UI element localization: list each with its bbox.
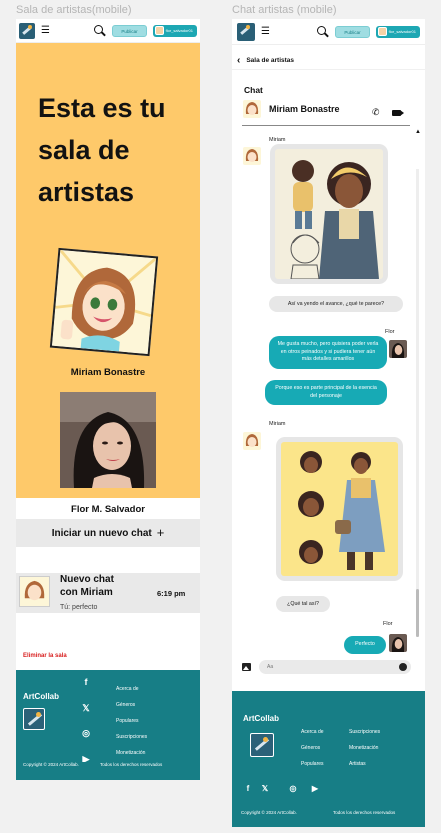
footer-link-subscriptions[interactable]: Suscripciones (349, 729, 380, 735)
publish-button[interactable]: Publicar (112, 24, 147, 37)
scroll-up-icon[interactable]: ▲ (415, 129, 421, 135)
username-label: flor_salvador01 (388, 29, 416, 34)
contact-name: Miriam Bonastre (269, 104, 340, 114)
message-sender: Flor (385, 329, 395, 335)
avatar (389, 634, 407, 652)
publish-button[interactable]: Publicar (335, 25, 370, 38)
footer-link-monetization[interactable]: Monetización (116, 750, 145, 756)
instagram-icon[interactable]: ◎ (80, 728, 92, 739)
footer-brand: ArtCollab (23, 692, 59, 701)
x-icon[interactable]: 𝕏 (259, 784, 271, 793)
page-title: Esta es tu sala de artistas (38, 93, 166, 207)
chat-time: 6:19 pm (157, 589, 186, 598)
top-header: ☰ Publicar flor_salvador01 (16, 19, 200, 43)
copyright-text: Copyright © 2024 ArtCollab. (23, 762, 79, 767)
app-logo[interactable] (19, 22, 35, 39)
avatar (243, 100, 261, 118)
room-hero: Esta es tu sala de artistas Miriam Bonas… (16, 43, 200, 515)
hamburger-menu-icon[interactable]: ☰ (41, 25, 51, 36)
chat-title: Nuevo chat con Miriam (60, 574, 114, 598)
new-chat-label: Iniciar un nuevo chat (51, 527, 152, 539)
avatar (389, 340, 407, 358)
chat-header: Miriam Bonastre ✆ (242, 97, 410, 126)
message-composer (240, 659, 420, 675)
shared-image[interactable] (270, 144, 388, 284)
message-bubble: Porque eso es parte principal de la esen… (265, 380, 387, 405)
artist2-name[interactable]: Flor M. Salvador (16, 504, 200, 515)
footer-link-about[interactable]: Acerca de (301, 729, 324, 735)
phone-icon[interactable]: ✆ (372, 108, 380, 118)
app-logo[interactable] (237, 22, 255, 41)
youtube-icon[interactable]: ▶ (309, 784, 321, 793)
footer: ArtCollab Acerca de Géneros Populares Su… (232, 691, 425, 827)
hamburger-menu-icon[interactable]: ☰ (261, 26, 271, 37)
footer-link-artists[interactable]: Artistas (349, 761, 366, 767)
message-bubble: Perfecto (344, 636, 386, 654)
message-bubble: Me gusta mucho, pero quisiera poder verl… (269, 336, 387, 369)
footer-logo[interactable] (23, 708, 45, 730)
message-bubble: Así va yendo el avance, ¿qué te parece? (269, 296, 403, 312)
search-icon[interactable] (317, 25, 329, 38)
new-chat-button[interactable]: Iniciar un nuevo chat + (16, 519, 200, 547)
user-menu-button[interactable]: flor_salvador01 (375, 25, 420, 38)
message-sender: Flor (383, 621, 393, 627)
message-sender: Miriam (269, 137, 286, 143)
video-call-icon[interactable] (392, 110, 404, 116)
message-bubble: ¿Qué tal así? (276, 596, 330, 612)
frame-title-room: Sala de artistas(mobile) (16, 4, 132, 16)
user-menu-button[interactable]: flor_salvador01 (152, 24, 197, 37)
frame-title-chat: Chat artistas (mobile) (232, 4, 337, 16)
delete-room-link[interactable]: Eliminar la sala (23, 653, 67, 659)
breadcrumb[interactable]: ‹ Sala de artistas (232, 52, 425, 70)
emoji-icon[interactable] (399, 663, 407, 671)
footer-link-about[interactable]: Acerca de (116, 686, 139, 692)
copyright-text: Copyright © 2024 ArtCollab. (241, 810, 297, 815)
footer-link-popular[interactable]: Populares (116, 718, 139, 724)
avatar (243, 432, 261, 450)
scrollbar[interactable] (416, 169, 419, 637)
back-label[interactable]: Sala de artistas (246, 57, 294, 64)
footer-bottom: Copyright © 2024 ArtCollab. Todos los de… (16, 762, 200, 780)
top-header: ☰ Publicar flor_salvador01 (232, 19, 425, 45)
artist1-illustration[interactable] (49, 247, 159, 357)
avatar (154, 26, 164, 35)
chat-screen: ☰ Publicar flor_salvador01 ‹ Sala de art… (232, 19, 425, 827)
avatar (377, 27, 387, 36)
message-input[interactable] (259, 660, 411, 674)
search-icon[interactable] (94, 24, 106, 37)
artist2-photo[interactable] (60, 392, 156, 488)
scrollbar-thumb[interactable] (416, 589, 419, 637)
username-label: flor_salvador01 (165, 28, 193, 33)
footer-link-popular[interactable]: Populares (301, 761, 324, 767)
message-sender: Miriam (269, 421, 286, 427)
image-attach-icon[interactable] (242, 663, 251, 671)
footer-brand: ArtCollab (243, 714, 279, 723)
footer-link-genres[interactable]: Géneros (301, 745, 320, 751)
instagram-icon[interactable]: ◎ (287, 784, 299, 793)
facebook-icon[interactable]: f (80, 677, 92, 687)
chat-list-item[interactable]: Nuevo chat con Miriam 6:19 pm Tú: perfec… (16, 573, 200, 613)
avatar (243, 147, 261, 165)
rights-text: Todos los derechos reservados (333, 810, 396, 815)
chat-section-label: Chat (244, 85, 263, 95)
avatar (19, 576, 50, 607)
shared-image[interactable] (276, 437, 403, 581)
footer-logo[interactable] (250, 733, 274, 757)
rights-text: Todos los derechos reservados (100, 762, 163, 767)
footer-link-genres[interactable]: Géneros (116, 702, 135, 708)
footer-link-monetization[interactable]: Monetización (349, 745, 378, 751)
room-screen: ☰ Publicar flor_salvador01 Esta es tu sa… (16, 19, 200, 780)
chevron-left-icon[interactable]: ‹ (237, 55, 240, 66)
facebook-icon[interactable]: f (242, 784, 254, 793)
artist1-name[interactable]: Miriam Bonastre (16, 367, 200, 378)
x-icon[interactable]: 𝕏 (80, 703, 92, 714)
chat-last-message: Tú: perfecto (60, 604, 98, 611)
plus-icon: + (156, 525, 165, 540)
footer-link-subscriptions[interactable]: Suscripciones (116, 734, 147, 740)
